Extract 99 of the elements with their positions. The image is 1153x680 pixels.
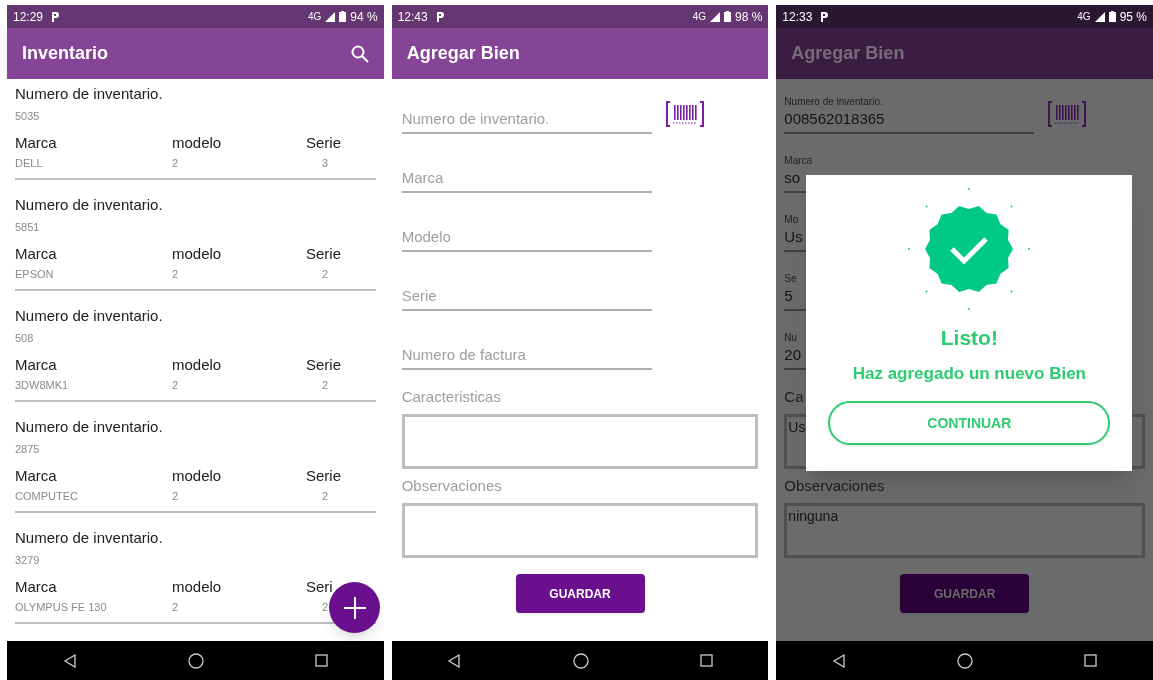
column-label: Marca [15,355,58,375]
field-label: Numero de inventario. [784,96,883,108]
battery-percent: 94 % [350,8,378,26]
item-heading: Numero de inventario. [15,195,164,215]
inventory-card[interactable]: Numero de inventario. 5851 Marca modelo Serie EPSON 2 2 [15,190,376,291]
recents-icon[interactable] [699,654,713,667]
battery-icon [1108,11,1116,22]
text-field[interactable]: Marca [401,167,652,193]
back-icon[interactable] [831,653,846,668]
item-heading: Numero de inventario. [15,417,164,437]
home-icon[interactable] [957,652,974,669]
success-badge-icon [907,187,1032,311]
parking-icon [51,11,60,22]
battery-percent: 98 % [735,8,763,26]
column-value: OLYMPUS FE 130 [15,600,107,614]
inventory-number: 508 [15,331,35,345]
column-value: COMPUTEC [15,489,78,503]
column-value: 3 [322,156,329,170]
column-label: Serie [306,244,343,264]
status-time: 12:33 [782,8,813,26]
text-field[interactable]: Serie [401,285,652,311]
column-value: 2 [322,378,329,392]
save-button[interactable]: GUARDAR [900,574,1030,613]
column-label: modelo [172,466,223,486]
field-label: Marca [784,155,813,167]
network-label: 4G [1077,10,1091,24]
column-label: Marca [15,466,58,486]
column-label: modelo [172,133,223,153]
back-icon[interactable] [447,653,462,668]
column-label: modelo [172,355,223,375]
field-label: Observaciones [784,476,885,496]
field-label: Se [784,273,797,285]
recents-icon[interactable] [315,654,329,667]
app-bar-title: Inventario [22,42,109,65]
network-label: 4G [692,10,706,24]
column-label: Serie [306,355,343,375]
column-value: DELL [15,156,43,170]
column-label: Marca [15,244,58,264]
dialog-title: Listo! [940,325,998,351]
column-value: 2 [322,600,329,614]
continue-button[interactable]: CONTINUAR [828,401,1111,445]
search-icon[interactable] [350,44,369,63]
text-area[interactable]: ninguna [784,503,1145,558]
plus-icon [343,596,366,619]
signal-icon [1094,11,1105,22]
column-label: Serie [306,133,343,153]
text-field[interactable]: Modelo [401,226,652,252]
field-label: Observaciones [401,476,502,496]
signal-icon [325,11,336,22]
column-label: Marca [15,133,58,153]
inventory-number: 5851 [15,220,41,234]
battery-icon [724,11,731,22]
signal-icon [710,11,720,22]
save-button[interactable]: GUARDAR [515,574,645,613]
home-icon[interactable] [187,652,204,669]
item-heading: Numero de inventario. [15,528,164,548]
inventory-card[interactable]: Numero de inventario. 2875 Marca modelo Serie COMPUTEC 2 2 [15,412,376,513]
column-value: 3DW8MK1 [15,378,69,392]
back-icon[interactable] [62,653,77,668]
column-value: 2 [172,600,179,614]
item-heading: Numero de inventario. [15,84,164,104]
inventory-card[interactable]: Numero de inventario. 5035 Marca modelo Serie DELL 2 3 [15,79,376,180]
field-label: Nu [784,332,798,344]
inventory-number: 2875 [15,442,41,456]
inventory-card[interactable]: Numero de inventario. 508 Marca modelo Serie 3DW8MK1 2 2 [15,301,376,402]
status-time: 12:43 [397,8,428,26]
column-value: 2 [322,267,329,281]
app-bar-title: Agregar Bien [791,42,905,65]
field-label: Mo [784,214,799,226]
column-value: 2 [172,267,179,281]
battery-percent: 95 % [1119,8,1147,26]
parking-icon [820,11,829,22]
recents-icon[interactable] [1084,654,1098,667]
column-label: Seri [306,577,334,597]
column-label: modelo [172,577,223,597]
column-value: 2 [172,378,179,392]
column-value: 2 [322,489,329,503]
app-bar-title: Agregar Bien [406,42,520,65]
parking-icon [435,11,444,22]
status-time: 12:29 [13,8,44,26]
item-heading: Numero de inventario. [15,306,164,326]
column-label: modelo [172,244,223,264]
column-label: Serie [306,466,343,486]
text-field[interactable]: Numero de factura [401,344,652,370]
battery-icon [339,11,347,22]
column-value: 2 [172,156,179,170]
field-label: Ca [784,387,804,407]
network-label: 4G [307,10,322,24]
dialog-message: Haz agregado un nuevo Bien [852,363,1086,385]
column-value: 2 [172,489,179,503]
column-label: Marca [15,577,58,597]
barcode-scan-icon[interactable] [665,101,704,127]
inventory-number: 3279 [15,553,41,567]
column-value: EPSON [15,267,54,281]
home-icon[interactable] [572,652,589,669]
field-label: Caracteristicas [401,387,501,407]
inventory-number: 5035 [15,109,41,123]
text-field[interactable]: Numero de inventario. [401,108,652,134]
text-field[interactable]: 008562018365 [784,108,1035,134]
